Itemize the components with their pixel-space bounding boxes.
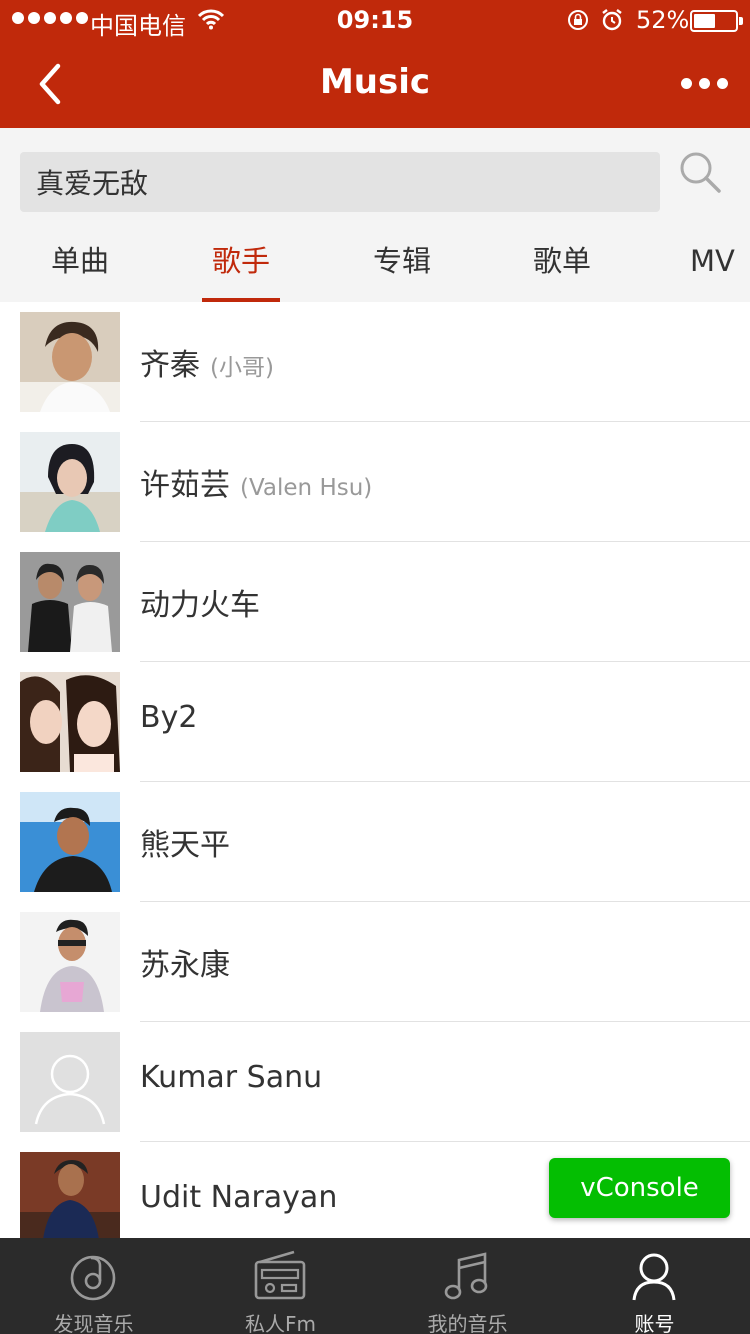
artist-name: 动力火车 bbox=[140, 588, 260, 623]
artist-row[interactable]: 苏永康 bbox=[0, 902, 750, 1022]
artist-row[interactable]: 熊天平 bbox=[0, 782, 750, 902]
artist-list: 齐秦 (小哥) 许茹芸 (Valen Hsu) 动力火车 By2 熊天平 苏永康… bbox=[0, 302, 750, 1238]
discover-music-icon bbox=[70, 1255, 116, 1301]
radio-icon bbox=[254, 1250, 306, 1300]
search-input[interactable] bbox=[20, 152, 660, 212]
artist-name: 许茹芸 (Valen Hsu) bbox=[140, 468, 373, 503]
artist-name: Kumar Sanu bbox=[140, 1060, 323, 1095]
artist-row[interactable]: Kumar Sanu bbox=[0, 1022, 750, 1142]
artist-name: 熊天平 bbox=[140, 828, 230, 863]
artist-row[interactable]: 动力火车 bbox=[0, 542, 750, 662]
artist-avatar bbox=[20, 792, 120, 892]
tab-albums[interactable]: 专辑 bbox=[342, 234, 462, 302]
artist-alias: (Valen Hsu) bbox=[240, 475, 373, 501]
artist-row[interactable]: 齐秦 (小哥) bbox=[0, 302, 750, 422]
account-icon bbox=[632, 1253, 676, 1301]
header: Music bbox=[0, 40, 750, 128]
rotation-lock-icon bbox=[568, 10, 588, 30]
nav-account[interactable]: 账号 bbox=[561, 1238, 748, 1334]
more-button[interactable] bbox=[681, 78, 728, 89]
default-avatar-icon bbox=[20, 1032, 120, 1132]
tab-mv[interactable]: MV bbox=[690, 234, 750, 302]
search-type-tabs: 单曲 歌手 专辑 歌单 MV bbox=[0, 234, 750, 302]
tab-playlists[interactable]: 歌单 bbox=[502, 234, 622, 302]
artist-avatar bbox=[20, 312, 120, 412]
page-title: Music bbox=[319, 62, 431, 102]
artist-name: 齐秦 (小哥) bbox=[140, 348, 274, 383]
vconsole-button[interactable]: vConsole bbox=[549, 1158, 730, 1218]
artist-row[interactable]: By2 bbox=[0, 662, 750, 782]
battery-percent: 52% bbox=[636, 6, 690, 34]
artist-name: Udit Narayan bbox=[140, 1180, 338, 1215]
artist-avatar bbox=[20, 1152, 120, 1238]
artist-name: By2 bbox=[140, 700, 198, 735]
nav-label: 账号 bbox=[634, 1312, 675, 1334]
artist-avatar bbox=[20, 552, 120, 652]
battery-icon bbox=[690, 10, 743, 32]
bottom-nav: 发现音乐 私人Fm 我的音乐 账号 bbox=[0, 1238, 750, 1334]
artist-row[interactable]: 许茹芸 (Valen Hsu) bbox=[0, 422, 750, 542]
artist-avatar bbox=[20, 672, 120, 772]
music-note-icon bbox=[444, 1252, 488, 1300]
more-dots-icon bbox=[681, 78, 692, 89]
nav-label: 私人Fm bbox=[245, 1312, 316, 1334]
artist-name: 苏永康 bbox=[140, 948, 230, 983]
nav-label: 发现音乐 bbox=[53, 1312, 134, 1334]
artist-avatar bbox=[20, 912, 120, 1012]
nav-discover[interactable]: 发现音乐 bbox=[0, 1238, 187, 1334]
tab-songs[interactable]: 单曲 bbox=[20, 234, 140, 302]
tab-artists[interactable]: 歌手 bbox=[202, 234, 280, 302]
artist-alias: (小哥) bbox=[210, 355, 274, 381]
alarm-icon bbox=[602, 9, 622, 31]
search-section: 单曲 歌手 专辑 歌单 MV bbox=[0, 128, 750, 302]
nav-my-music[interactable]: 我的音乐 bbox=[374, 1238, 561, 1334]
search-icon[interactable] bbox=[678, 150, 722, 194]
nav-private-fm[interactable]: 私人Fm bbox=[187, 1238, 374, 1334]
status-bar: 中国电信 09:15 52% bbox=[0, 0, 750, 40]
top-bar: 中国电信 09:15 52% Music bbox=[0, 0, 750, 128]
nav-label: 我的音乐 bbox=[427, 1312, 508, 1334]
artist-avatar bbox=[20, 432, 120, 532]
